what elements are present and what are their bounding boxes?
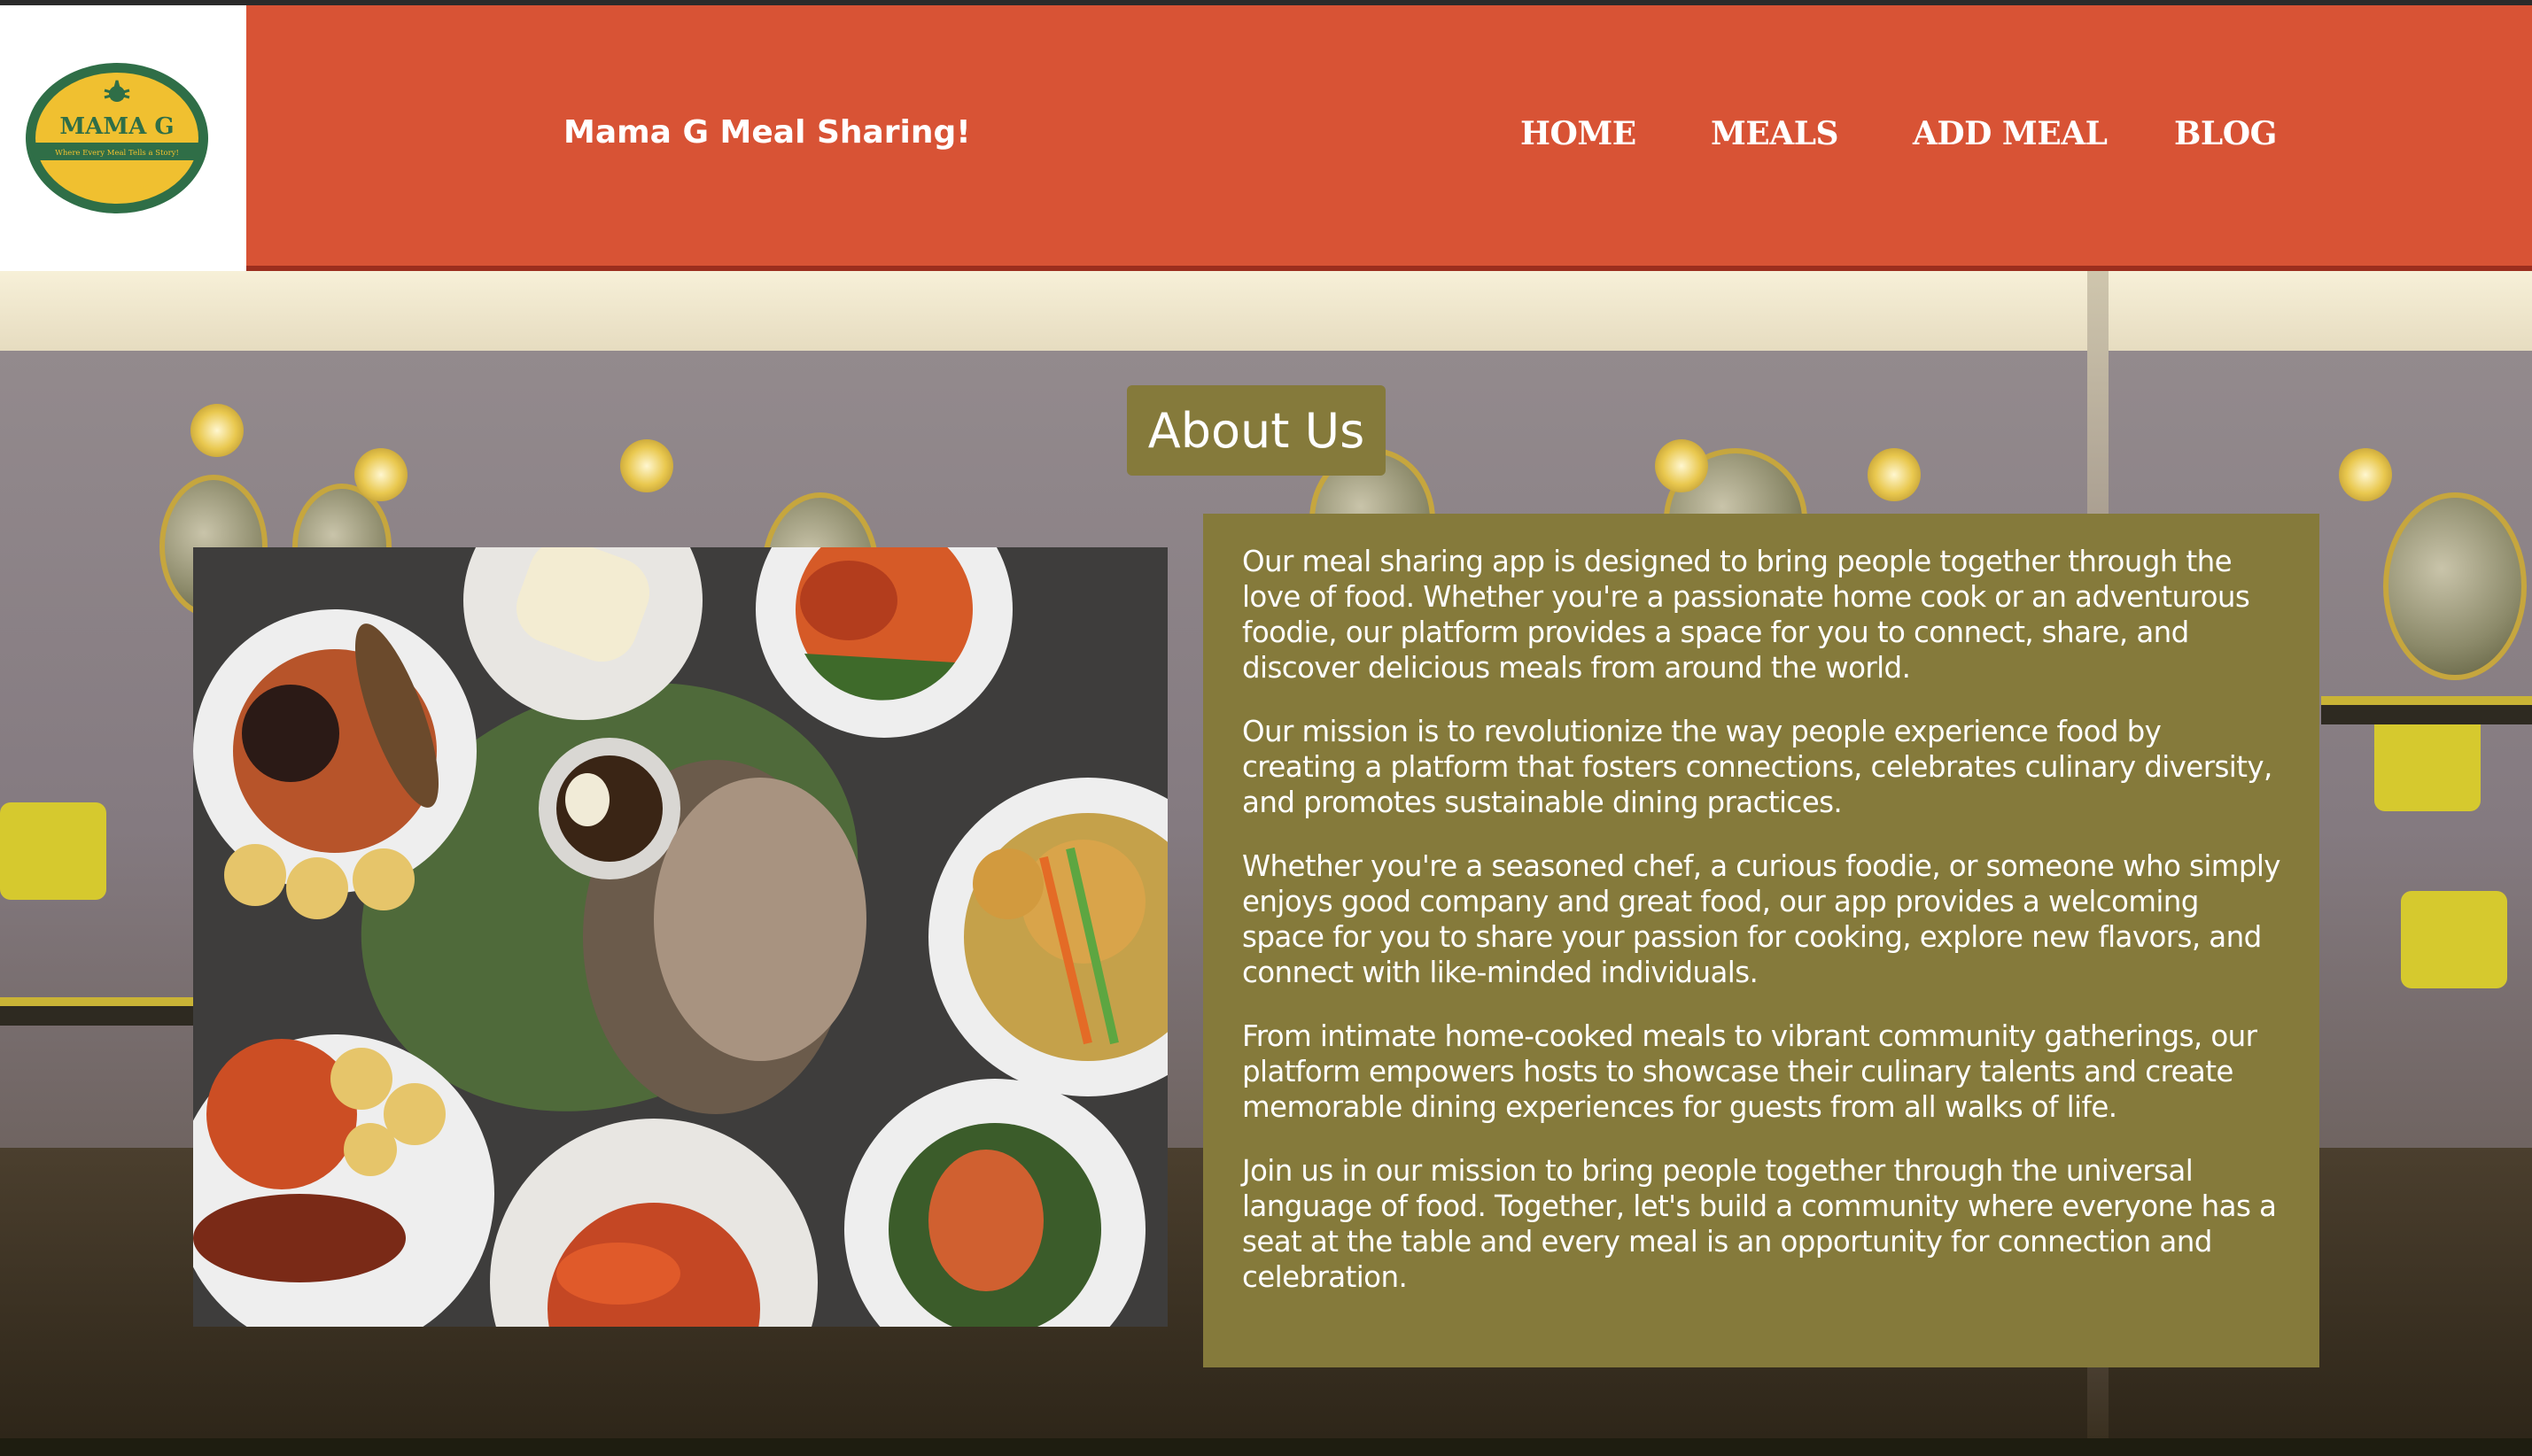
nav-blog[interactable]: BLOG — [2174, 115, 2277, 152]
about-paragraph: Our meal sharing app is designed to brin… — [1242, 545, 2250, 685]
logo-subtext: MEAL SHARING — [82, 185, 151, 194]
logo-name: MAMA G — [59, 113, 174, 140]
logo[interactable]: MAMA G Where Every Meal Tells a Story! M… — [0, 5, 246, 271]
about-paragraph: Our mission is to revolutionize the way … — [1242, 715, 2272, 819]
about-paragraph: Whether you're a seasoned chef, a curiou… — [1242, 849, 2281, 989]
food-spread-image — [193, 547, 1168, 1327]
about-paragraph: Join us in our mission to bring people t… — [1242, 1154, 2277, 1294]
about-us-content: Our meal sharing app is designed to brin… — [1203, 514, 2319, 1367]
about-paragraph: From intimate home-cooked meals to vibra… — [1242, 1019, 2257, 1124]
footer-bar — [0, 1438, 2532, 1456]
logo-emblem-icon: MAMA G Where Every Meal Tells a Story! M… — [26, 63, 208, 213]
site-title: Mama G Meal Sharing! — [563, 114, 971, 151]
nav-add-meal[interactable]: ADD MEAL — [1913, 115, 2108, 152]
about-us-title: About Us — [1127, 385, 1386, 476]
nav-meals[interactable]: MEALS — [1711, 115, 1839, 152]
nav-home[interactable]: HOME — [1520, 115, 1636, 152]
logo-tagline: Where Every Meal Tells a Story! — [55, 149, 179, 158]
site-header: MAMA G Where Every Meal Tells a Story! M… — [0, 5, 2532, 271]
